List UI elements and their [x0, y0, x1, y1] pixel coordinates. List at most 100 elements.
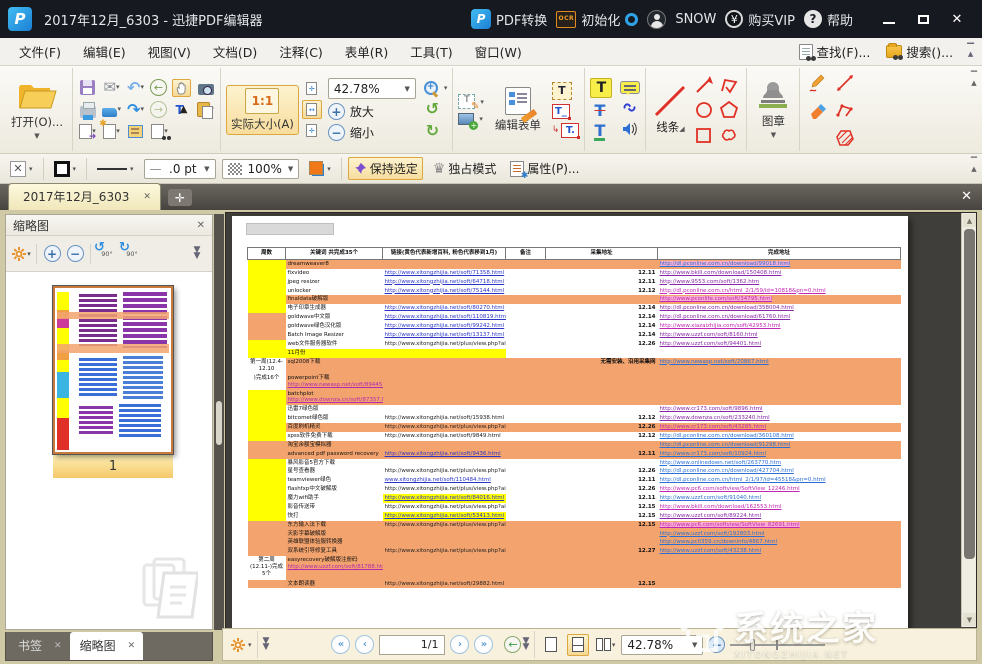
pdf-link[interactable]: http://dl.pconline.com.cn/download/35800…: [660, 305, 794, 311]
zoom-slider[interactable]: [730, 636, 825, 654]
strikethrough-text-tool[interactable]: T: [590, 102, 609, 120]
menu-window[interactable]: 窗口(W): [464, 38, 533, 65]
maximize-button[interactable]: [906, 6, 940, 32]
rotate-ccw-button[interactable]: ↺: [423, 100, 442, 118]
menu-form[interactable]: 表单(R): [334, 38, 399, 65]
scroll-down-icon[interactable]: ▼: [963, 613, 976, 626]
pencil-tool[interactable]: [805, 70, 831, 96]
search-button[interactable]: 搜索()...: [880, 40, 959, 63]
pdf-link[interactable]: http://www.uzzf.com/soft/81788.html: [288, 564, 381, 571]
add-content-icon[interactable]: [458, 113, 474, 125]
new-tab-button[interactable]: ✛: [168, 189, 192, 206]
minimize-button[interactable]: [872, 6, 906, 32]
pdf-link[interactable]: http://www.xitongzhijia.net/soft/80270.h…: [385, 305, 505, 311]
scrollbar-thumb[interactable]: [964, 229, 975, 559]
stroke-color-button[interactable]: ▾: [50, 159, 81, 179]
save-button[interactable]: [78, 79, 97, 97]
print-button[interactable]: [78, 101, 97, 119]
pdf-link[interactable]: http://www.xitongzhijia.net/soft/13137.h…: [385, 332, 505, 338]
distance-tool[interactable]: [832, 70, 858, 96]
pdf-link[interactable]: http://www.onlinedown.net/soft/263770.ht…: [660, 460, 782, 466]
redo-button[interactable]: ↷▾: [126, 101, 145, 119]
edit-content-icon[interactable]: T: [458, 94, 475, 109]
actual-size-button[interactable]: 1:1 实际大小(A): [226, 85, 299, 135]
panel-splitter[interactable]: [214, 214, 224, 630]
pdf-link[interactable]: http://www.xitongzhijia.net/soft/75144.h…: [385, 288, 505, 294]
account-icon[interactable]: [647, 10, 666, 29]
marquee-zoom-icon[interactable]: +: [423, 80, 439, 96]
pdf-link[interactable]: http://www.bkill.com/download/162553.htm…: [660, 504, 782, 510]
pdf-link[interactable]: http://www.pconlife.com/soft/34795.html: [660, 296, 773, 302]
panel-close-icon[interactable]: ✕: [197, 220, 205, 231]
stamp-button[interactable]: 图章 ▼: [752, 79, 794, 141]
paste-button[interactable]: ▾: [196, 101, 215, 119]
pdf-link[interactable]: http://www.bkill.com/download/150408.htm…: [660, 270, 782, 276]
menu-view[interactable]: 视图(V): [137, 38, 202, 65]
pdf-link[interactable]: http://www.newasp.net/soft/89445.html: [288, 382, 381, 389]
collapse-toolbar-icon[interactable]: ▔▲: [968, 72, 980, 87]
page-number-field[interactable]: 1/1: [379, 635, 445, 655]
pdf-link[interactable]: http://www.uzzf.com/soft/89224.html: [660, 513, 762, 519]
zoom-in-button[interactable]: + 放大: [328, 103, 416, 120]
forward-view-button[interactable]: →: [150, 101, 167, 118]
collapse-toolbar2-icon[interactable]: ▔▲: [968, 158, 980, 173]
polyline-tool[interactable]: [717, 73, 741, 97]
pdf-link[interactable]: http://www.downza.cn/soft/87357.html: [288, 397, 381, 404]
keep-selected-toggle[interactable]: 保持选定: [348, 157, 423, 180]
underline-text-tool[interactable]: T: [590, 124, 609, 142]
snapshot-button[interactable]: [196, 79, 215, 97]
pdf-link[interactable]: http://www.pc0359.cn/downinfo/4867.html: [660, 539, 778, 545]
fit-visible-button[interactable]: ✛: [302, 121, 322, 140]
pdf-link[interactable]: http://dl.pconline.com.cn/html_2/1/97/id…: [660, 477, 826, 483]
pdf-link[interactable]: http://www.uzzf.com/soft/8160.html: [660, 332, 758, 338]
rotate-page-cw-button[interactable]: 90°: [121, 242, 143, 266]
menu-document[interactable]: 文档(D): [202, 38, 268, 65]
menu-tools[interactable]: 工具(T): [399, 38, 463, 65]
highlight-text-tool[interactable]: T: [590, 78, 612, 98]
pdf-link[interactable]: http://www.newasp.net/soft/20867.html: [660, 359, 769, 365]
properties-button[interactable]: 属性(P)...: [506, 158, 583, 179]
thumbnail-zoom-out-button[interactable]: −: [65, 242, 85, 266]
color-swatch-button[interactable]: ▾: [305, 159, 335, 178]
export-button[interactable]: ▾: [78, 123, 97, 141]
opacity-select[interactable]: 100%▼: [222, 159, 300, 179]
buy-vip-button[interactable]: ¥ 购买VIP: [725, 10, 795, 29]
pdf-link[interactable]: http://www.xitongzhijia.net/soft/53413.h…: [385, 513, 505, 519]
next-page-button[interactable]: ›: [450, 635, 469, 654]
pdf-link[interactable]: http://dl.pconline.com.cn/download/36010…: [660, 433, 794, 439]
pdf-link[interactable]: http://www.uzzf.com/soft/192803.html: [660, 531, 765, 537]
pdf-link[interactable]: http://www.uzzf.com/soft/94401.html: [660, 341, 762, 347]
pdf-link[interactable]: http://www.pc6.com/softview/SoftView_826…: [660, 522, 800, 528]
text-field-arrow-tool[interactable]: T.: [561, 123, 579, 138]
thumbnail-options-button[interactable]: ▾: [11, 242, 31, 266]
close-button[interactable]: ✕: [940, 6, 974, 32]
pdf-link[interactable]: http://www.xitongzhijia.net/soft/9436.ht…: [385, 451, 501, 457]
pdf-link[interactable]: http://www.downza.cn/soft/233240.html: [660, 415, 770, 421]
pdf-link[interactable]: http://dl.pconline.com.cn/html_2/1/59/id…: [660, 288, 826, 294]
pdf-link[interactable]: http://www.xitongzhijia.net/soft/84016.h…: [385, 495, 505, 501]
eraser-tool[interactable]: [805, 97, 831, 123]
text-field-tool[interactable]: T: [552, 82, 572, 100]
menu-edit[interactable]: 编辑(E): [72, 38, 137, 65]
annotation-select-button[interactable]: [126, 123, 145, 141]
open-button[interactable]: 打开(O)... ▼: [7, 78, 67, 142]
sound-tool[interactable]: [620, 120, 639, 138]
exclusive-mode-toggle[interactable]: ♛ 独占模式: [429, 158, 501, 179]
pdf-link[interactable]: http://www.xitongzhijia.net/soft/110819.…: [385, 314, 506, 320]
new-document-button[interactable]: ▾: [102, 123, 121, 141]
back-view-button[interactable]: ←: [150, 79, 167, 96]
stroke-width-select[interactable]: —.0 pt▼: [144, 159, 216, 179]
cloud-tool[interactable]: [717, 123, 741, 147]
line-style-button[interactable]: ▾: [93, 163, 138, 175]
pdf-link[interactable]: http://www.pc6.com/softview/SoftView_122…: [660, 486, 800, 492]
rotate-cw-button[interactable]: ↻: [423, 122, 442, 140]
pdf-link[interactable]: http://www.cr173.com/soft/10924.html: [660, 451, 767, 457]
pdf-link[interactable]: http://www.xitongzhijia.net/soft/71358.h…: [385, 270, 505, 276]
pdf-link[interactable]: http://www.cr173.com/soft/9896.html: [660, 406, 763, 412]
arrow-tool[interactable]: [692, 73, 716, 97]
vertical-scrollbar[interactable]: ▲ ▼: [961, 213, 976, 627]
pdf-link[interactable]: http://www.cr173.com/soft/43285.html: [660, 424, 767, 430]
pdf-link[interactable]: http://www.xitongzhijia.net/soft/64718.h…: [385, 279, 505, 285]
scan-button[interactable]: ▾: [102, 101, 121, 119]
rotate-page-ccw-button[interactable]: 90°: [96, 242, 118, 266]
